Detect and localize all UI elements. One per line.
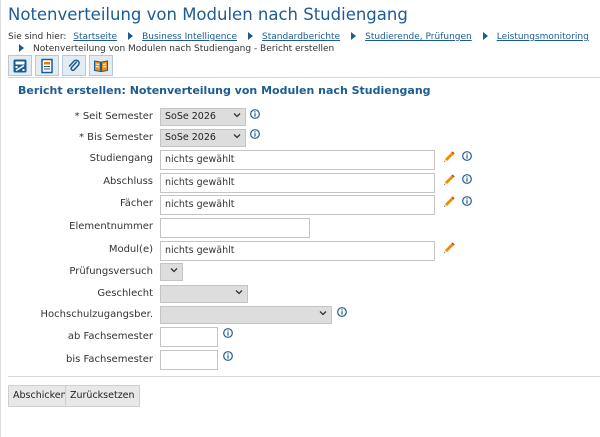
book-icon <box>94 59 108 72</box>
seit-semester-select[interactable]: SoSe 2026 <box>160 108 246 126</box>
chevron-down-icon <box>319 310 327 316</box>
info-icon[interactable] <box>250 109 260 119</box>
pruefungsversuch-label: Prüfungsversuch <box>69 266 153 277</box>
hzb-label: Hochschulzugangsber. <box>40 309 153 320</box>
ab-fachsemester-label: ab Fachsemester <box>67 331 153 342</box>
seit-semester-value: SoSe 2026 <box>165 111 216 122</box>
bis-semester-select[interactable]: SoSe 2026 <box>160 129 246 147</box>
paperclip-icon <box>68 58 80 71</box>
pencil-icon[interactable] <box>442 195 456 209</box>
bis-fachsemester-input[interactable] <box>160 350 218 370</box>
calculator-button[interactable] <box>8 55 32 76</box>
info-icon[interactable] <box>462 174 472 184</box>
studiengang-field[interactable]: nichts gewählt <box>160 150 435 170</box>
chevron-down-icon <box>235 289 243 295</box>
pencil-icon[interactable] <box>442 173 456 187</box>
studiengang-label: Studiengang <box>89 153 153 164</box>
breadcrumb-link-leistungsmonitoring[interactable]: Leistungsmonitoring <box>497 32 589 42</box>
faecher-label: Fächer <box>119 198 153 209</box>
submit-button[interactable]: Abschicken <box>8 385 72 407</box>
info-icon[interactable] <box>462 151 472 161</box>
elementnummer-label: Elementnummer <box>69 221 153 232</box>
pencil-icon[interactable] <box>442 150 456 164</box>
breadcrumb-link-studierende-pruefungen[interactable]: Studierende, Prüfungen <box>365 32 472 42</box>
ab-fachsemester-input[interactable] <box>160 327 218 347</box>
module-field[interactable]: nichts gewählt <box>160 241 435 261</box>
breadcrumb-link-business-intelligence[interactable]: Business Intelligence <box>142 32 237 42</box>
book-button[interactable] <box>89 55 113 76</box>
info-icon[interactable] <box>250 129 260 139</box>
breadcrumb-prefix: Sie sind hier: <box>8 32 67 42</box>
breadcrumb-arrow-icon <box>351 32 357 40</box>
seit-semester-label: * Seit Semester <box>74 111 153 122</box>
form-title: Bericht erstellen: Notenverteilung von M… <box>18 84 431 97</box>
module-label: Modul(e) <box>108 244 153 255</box>
breadcrumb-arrow-icon <box>19 44 24 52</box>
geschlecht-label: Geschlecht <box>97 288 153 299</box>
pencil-icon[interactable] <box>442 241 456 255</box>
faecher-field[interactable]: nichts gewählt <box>160 195 435 215</box>
hzb-select[interactable] <box>160 306 332 324</box>
info-icon[interactable] <box>223 328 233 338</box>
breadcrumb-arrow-icon <box>482 32 488 40</box>
attachment-button[interactable] <box>62 55 86 76</box>
info-icon[interactable] <box>462 196 472 206</box>
breadcrumb-arrow-icon <box>128 32 134 40</box>
info-icon[interactable] <box>223 351 233 361</box>
document-icon <box>41 58 53 73</box>
breadcrumb-arrow-icon <box>247 32 253 40</box>
bis-fachsemester-label: bis Fachsemester <box>66 354 153 365</box>
info-icon[interactable] <box>337 307 347 317</box>
pruefungsversuch-select[interactable] <box>160 263 183 281</box>
chevron-down-icon <box>233 112 241 118</box>
page-title: Notenverteilung von Modulen nach Studien… <box>8 5 408 24</box>
geschlecht-select[interactable] <box>160 285 248 303</box>
elementnummer-input[interactable] <box>160 218 310 238</box>
chevron-down-icon <box>170 267 178 273</box>
bis-semester-value: SoSe 2026 <box>165 132 216 143</box>
toolbar <box>8 55 113 77</box>
chevron-down-icon <box>233 133 241 139</box>
abschluss-label: Abschluss <box>103 176 153 187</box>
reset-button[interactable]: Zurücksetzen <box>65 385 140 407</box>
abschluss-field[interactable]: nichts gewählt <box>160 173 435 193</box>
calculator-icon <box>13 59 27 72</box>
breadcrumb: Sie sind hier: Startseite Business Intell… <box>8 31 596 55</box>
report-form-panel: Bericht erstellen: Notenverteilung von M… <box>8 77 600 377</box>
breadcrumb-link-standardberichte[interactable]: Standardberichte <box>262 32 340 42</box>
breadcrumb-link-startseite[interactable]: Startseite <box>73 32 117 42</box>
left-border <box>0 0 1 437</box>
breadcrumb-current: Notenverteilung von Modulen nach Studien… <box>33 44 335 54</box>
document-button[interactable] <box>35 55 59 76</box>
bis-semester-label: * Bis Semester <box>79 132 153 143</box>
